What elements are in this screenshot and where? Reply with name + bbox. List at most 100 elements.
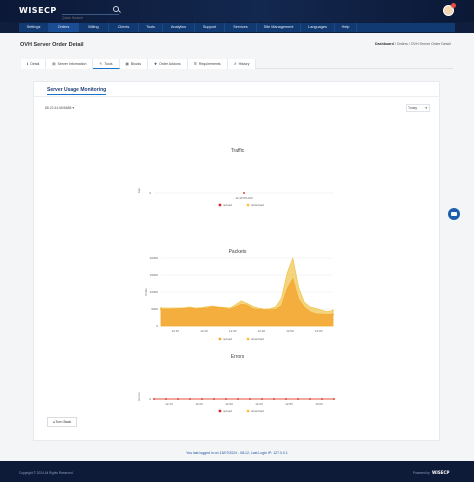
block-icon: ▦ — [125, 62, 129, 66]
x-tick-label: 12:50 — [286, 329, 294, 333]
x-tick-label: 12:40 — [255, 402, 263, 406]
errors-chart: Errors Errors 0 12:10 12:20 12:30 12:40 12:50 1… — [34, 354, 441, 454]
nav-item-services[interactable]: Services — [225, 23, 257, 32]
data-point-upload[interactable] — [237, 398, 239, 400]
tab-label: Requirements — [198, 62, 221, 66]
chevron-down-icon: ▾ — [425, 106, 427, 110]
nav-item-clients[interactable]: Clients — [109, 23, 139, 32]
page-title: OVH Server Order Detail — [20, 42, 84, 48]
ip-select-value: 88.22.44.66/6688 — [45, 106, 72, 110]
legend-label-download: download — [251, 409, 264, 413]
chart-title: Traffic — [230, 148, 245, 154]
data-point-upload[interactable] — [189, 398, 191, 400]
data-point-upload[interactable] — [213, 398, 215, 400]
tab-server-information[interactable]: ▤ Server Information — [46, 59, 94, 69]
tab-label: Server Information — [57, 62, 87, 66]
tab-requirements[interactable]: ☰ Requirements — [187, 59, 228, 69]
tools-icon: ✎ — [99, 62, 103, 66]
data-point-upload[interactable] — [160, 308, 162, 311]
data-point-upload[interactable] — [165, 398, 167, 400]
plus-icon: ✚ — [154, 62, 158, 66]
data-point-upload[interactable] — [297, 398, 299, 400]
data-point-upload[interactable] — [332, 313, 334, 315]
legend-label-upload: upload — [223, 409, 232, 413]
nav-item-billing[interactable]: Billing — [79, 23, 109, 32]
breadcrumb: Dashboard / Orders / OVH Server Order De… — [375, 42, 451, 46]
tab-detail[interactable]: ℹ Detail — [21, 59, 47, 69]
data-point-upload[interactable] — [201, 398, 203, 400]
copyright: Copyright © 2024 All Rights Reserved. — [19, 471, 74, 475]
nav-item-settings[interactable]: Settings — [19, 23, 49, 32]
chart-title: Packets — [228, 249, 247, 255]
data-point-upload[interactable] — [225, 398, 227, 400]
legend-swatch-download — [246, 337, 250, 341]
data-point-download[interactable] — [332, 309, 334, 312]
data-point-upload[interactable] — [261, 398, 263, 400]
period-select[interactable]: Today ▾ — [406, 104, 430, 112]
breadcrumb-dashboard[interactable]: Dashboard — [375, 42, 394, 46]
y-tick-label: 10000 — [150, 290, 159, 294]
x-tick-label: 13:00 — [315, 402, 323, 406]
nav-item-help[interactable]: Help — [335, 23, 357, 32]
ip-select[interactable]: 88.22.44.66/6688 ▾ — [45, 106, 74, 110]
x-tick-label: 13:00 — [315, 329, 323, 333]
search-box[interactable] — [62, 6, 119, 22]
tab-label: Order Addons — [159, 62, 181, 66]
nav-item-support[interactable]: Support — [195, 23, 225, 32]
data-point-upload[interactable] — [273, 398, 275, 400]
x-tick-label: 12:20 — [195, 402, 203, 406]
x-tick-label: 12:30 — [229, 329, 237, 333]
powered-by: Powered by — [413, 471, 430, 475]
notification-badge-icon — [451, 3, 456, 8]
y-axis-label: Errors — [137, 392, 141, 401]
y-tick-label: 5000 — [151, 307, 158, 311]
packets-chart-svg: Pckts 0 5000 10000 15000 20000 12:10 12:20 12:30… — [144, 256, 334, 341]
legend-label-upload: upload — [223, 337, 232, 341]
turn-back-button[interactable]: ◂ Turn Back — [47, 417, 77, 427]
nav-item-site-management[interactable]: Site Management — [257, 23, 301, 32]
logo[interactable]: WISECP — [19, 6, 57, 15]
data-point-upload[interactable] — [243, 192, 245, 194]
x-tick-label: 12:30 — [225, 402, 233, 406]
legend-label-download: download — [251, 203, 264, 207]
nav-item-analytics[interactable]: Analytics — [163, 23, 195, 32]
data-point-upload[interactable] — [309, 398, 311, 400]
y-axis-label: bps — [137, 188, 141, 193]
last-login-info: You last logged in on 13/07/2024 - 08:12… — [186, 451, 288, 455]
data-point-upload[interactable] — [177, 398, 179, 400]
traffic-chart-svg: bps 0 11:46:55.000upload download — [137, 188, 334, 207]
tab-label: Tools — [104, 62, 113, 66]
x-tick-label: 12:50 — [285, 402, 293, 406]
search-icon[interactable] — [113, 6, 119, 12]
nav-item-tools[interactable]: Tools — [139, 23, 163, 32]
data-point-upload[interactable] — [321, 398, 323, 400]
chat-icon[interactable] — [448, 208, 460, 220]
period-select-value: Today — [408, 106, 418, 110]
legend-label-download: download — [251, 337, 264, 341]
data-point-upload[interactable] — [285, 398, 287, 400]
nav-item-languages[interactable]: Languages — [301, 23, 335, 32]
y-tick-label: 0 — [149, 397, 151, 401]
breadcrumb-orders[interactable]: Orders — [397, 42, 408, 46]
monitoring-card: Server Usage Monitoring 88.22.44.66/6688… — [33, 81, 441, 441]
tab-label: Detail — [30, 62, 40, 66]
data-point-upload[interactable] — [153, 398, 155, 400]
x-tick-label: 12:20 — [200, 329, 208, 333]
y-tick-label: 0 — [149, 191, 151, 195]
legend-swatch-download — [246, 409, 250, 413]
monitoring-title: Server Usage Monitoring — [47, 87, 107, 95]
y-tick-label: 20000 — [150, 256, 159, 260]
tab-blocks[interactable]: ▦ Blocks — [119, 59, 149, 69]
search-input[interactable] — [62, 14, 112, 22]
packets-chart: Packets Pckts 0 5000 10000 15000 20000 12:10 12… — [34, 249, 441, 359]
data-point-upload[interactable] — [333, 398, 335, 400]
nav-item-orders[interactable]: Orders — [49, 23, 79, 32]
tab-tools[interactable]: ✎ Tools — [93, 59, 120, 69]
x-tick-label: 11:46:55.000 — [235, 196, 253, 200]
data-point-upload[interactable] — [249, 398, 251, 400]
tab-history[interactable]: ↺ History — [227, 59, 257, 69]
tab-order-addons[interactable]: ✚ Order Addons — [148, 59, 188, 69]
chart-title: Errors — [230, 354, 245, 360]
footer-logo[interactable]: WISECP — [432, 470, 449, 475]
legend-swatch-download — [246, 203, 250, 207]
